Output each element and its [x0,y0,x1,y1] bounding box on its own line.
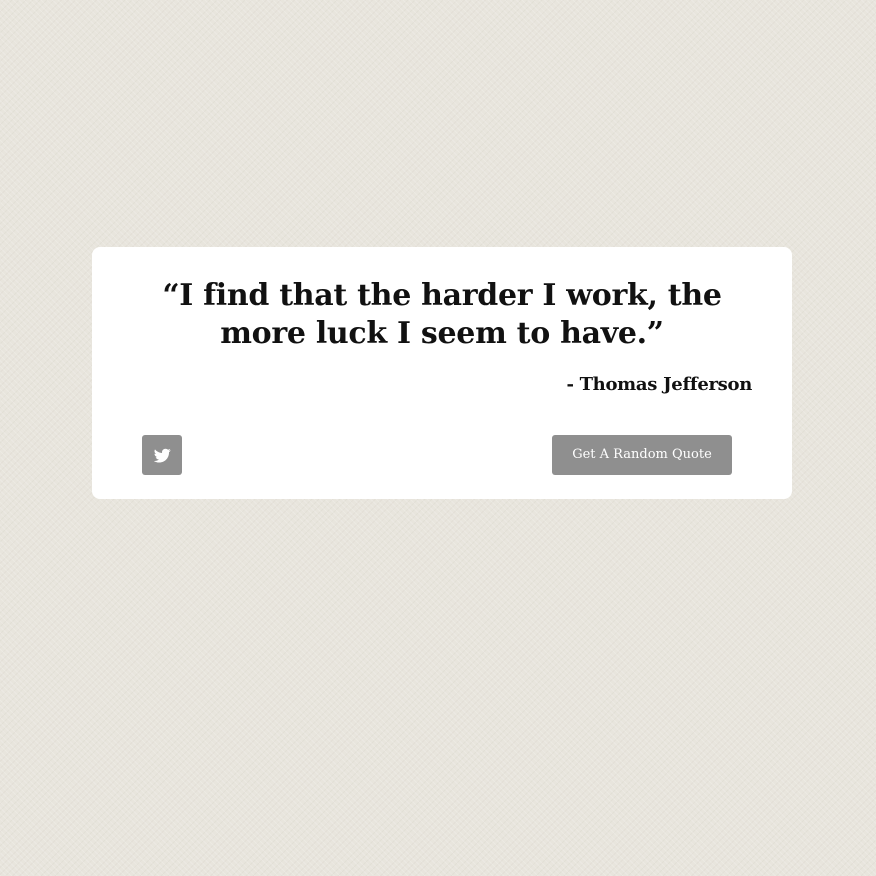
quote-author: - Thomas Jefferson [566,374,752,395]
random-quote-button[interactable]: Get A Random Quote [552,435,732,475]
quote-card: “I find that the harder I work, the more… [92,247,792,499]
quote-text: “I find that the harder I work, the more… [162,278,722,351]
twitter-icon [153,447,171,464]
tweet-button[interactable] [142,435,182,475]
